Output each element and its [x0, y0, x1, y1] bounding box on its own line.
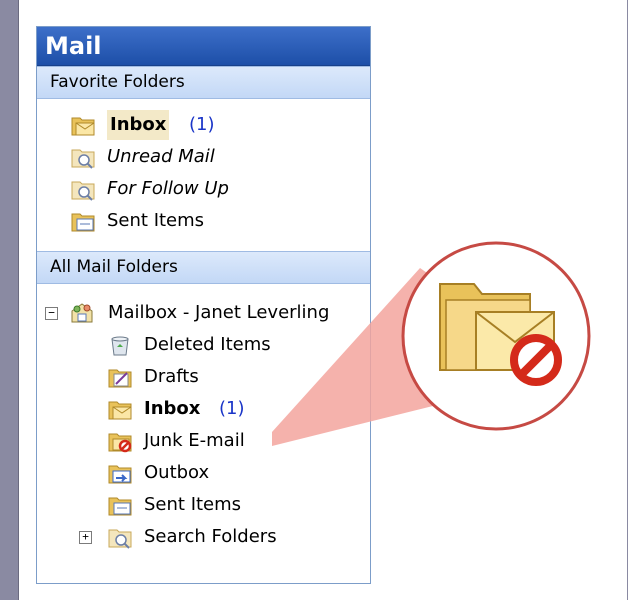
folder-search-folders[interactable]: + Search Folders	[79, 522, 359, 552]
search-folders-label: Search Folders	[144, 526, 277, 547]
drafts-label: Drafts	[144, 366, 199, 387]
all-mail-folders-tree: − Mailbox - Janet Leverling Deleted Item…	[37, 284, 370, 564]
favorite-sent-items-label: Sent Items	[107, 210, 205, 231]
favorite-inbox-count: (1)	[189, 114, 215, 135]
favorite-folders-list: Inbox (1) Unread Mail For Follow Up Sent…	[37, 99, 370, 251]
sent-items-icon	[108, 497, 132, 516]
outbox-label: Outbox	[144, 462, 210, 483]
mailbox-node[interactable]: − Mailbox - Janet Leverling	[45, 298, 365, 328]
mail-navigation-pane: Mail Favorite Folders Inbox (1) Unread M…	[36, 26, 371, 584]
inbox-folder-icon	[71, 117, 95, 136]
deleted-items-icon	[111, 336, 129, 356]
favorite-for-follow-up-label: For Follow Up	[107, 178, 229, 199]
drafts-folder-icon	[108, 369, 132, 388]
favorite-folders-header[interactable]: Favorite Folders	[37, 66, 370, 99]
junk-email-label: Junk E-mail	[144, 430, 245, 451]
search-folder-icon	[71, 181, 95, 201]
favorite-inbox-label: Inbox	[110, 114, 167, 135]
deleted-items-label: Deleted Items	[144, 334, 271, 355]
search-folder-icon	[108, 529, 132, 549]
pane-title: Mail	[37, 27, 370, 66]
junk-email-icon	[108, 433, 132, 453]
outbox-icon	[108, 465, 132, 484]
inbox-folder-icon	[108, 401, 132, 420]
inbox-label: Inbox	[144, 398, 201, 419]
collapse-mailbox-button[interactable]: −	[45, 307, 58, 320]
expand-search-folders-button[interactable]: +	[79, 531, 92, 544]
favorite-unread-mail-label: Unread Mail	[107, 146, 215, 167]
mailbox-icon	[71, 303, 93, 323]
mailbox-label: Mailbox - Janet Leverling	[108, 302, 330, 323]
search-folder-icon	[71, 149, 95, 169]
inbox-count: (1)	[219, 398, 245, 419]
sent-items-label: Sent Items	[144, 494, 242, 515]
all-mail-folders-header[interactable]: All Mail Folders	[37, 251, 370, 284]
sent-items-icon	[71, 213, 95, 232]
